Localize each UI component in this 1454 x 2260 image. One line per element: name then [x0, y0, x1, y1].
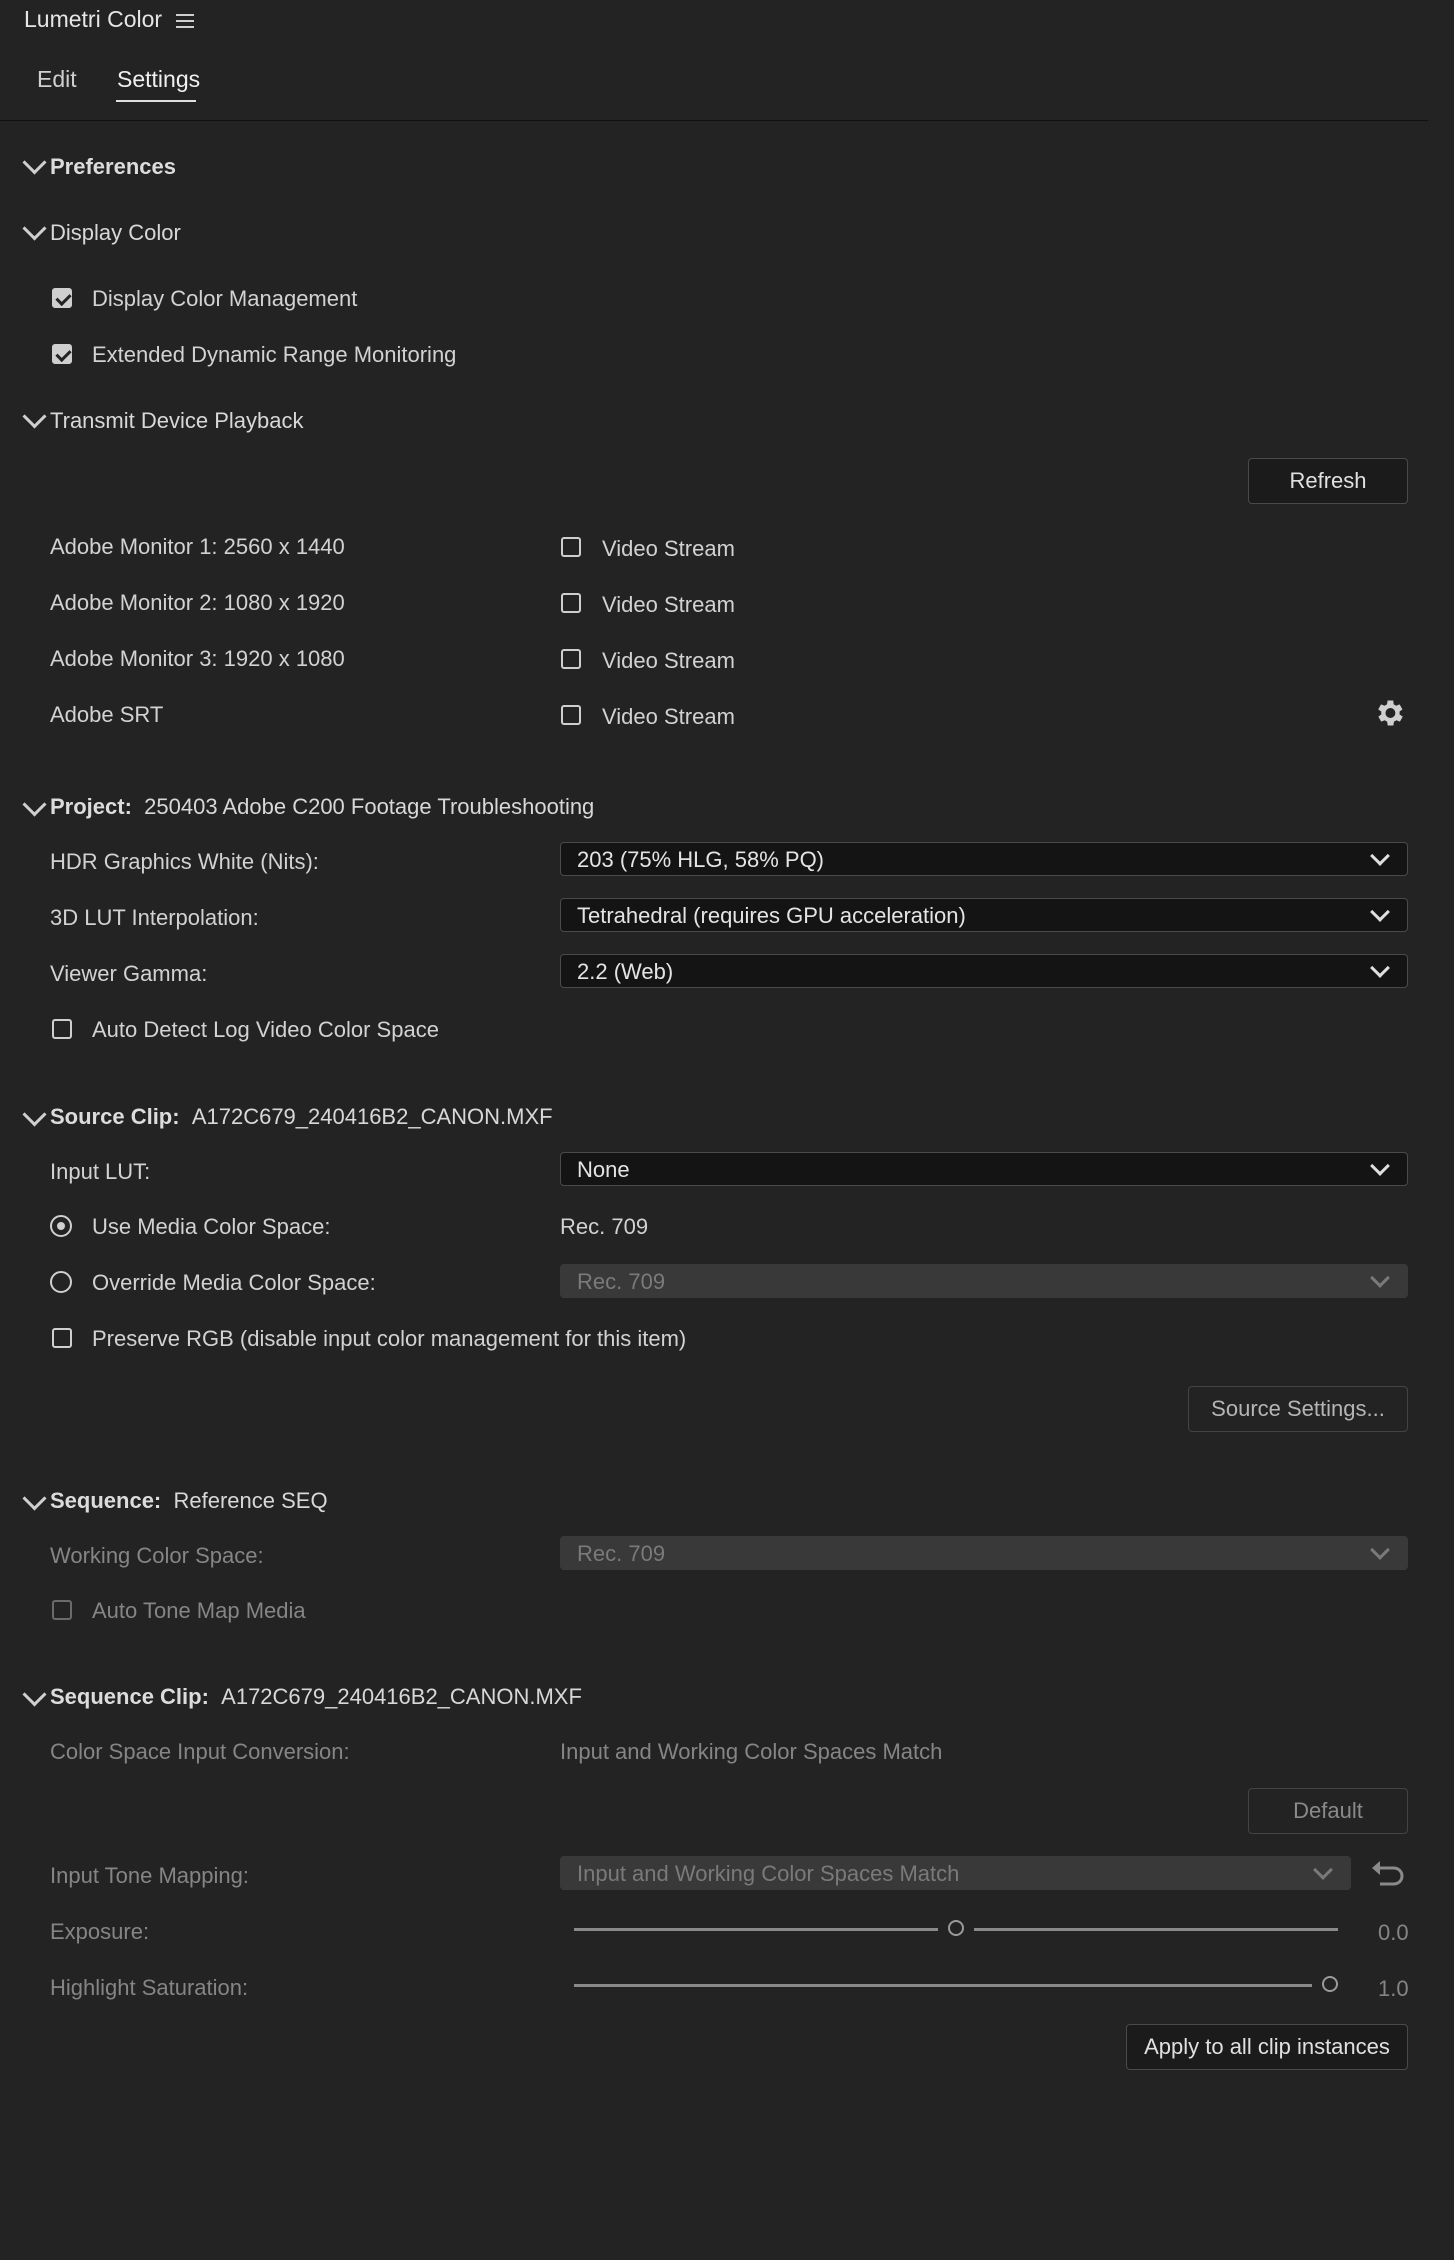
- device-name: Adobe SRT: [50, 702, 164, 727]
- video-stream-label: Video Stream: [602, 592, 735, 617]
- tab-edit[interactable]: Edit: [37, 66, 77, 93]
- edr-monitoring-label: Extended Dynamic Range Monitoring: [92, 342, 457, 367]
- chevron-down-icon[interactable]: [22, 792, 47, 817]
- chevron-down-icon[interactable]: [22, 404, 47, 429]
- lut-interpolation-select[interactable]: Tetrahedral (requires GPU acceleration): [560, 898, 1408, 932]
- preserve-rgb-label: Preserve RGB (disable input color manage…: [92, 1326, 687, 1351]
- panel-title: Lumetri Color: [24, 6, 163, 32]
- exposure-label: Exposure:: [50, 1919, 150, 1944]
- hdr-graphics-white-select[interactable]: 203 (75% HLG, 58% PQ): [560, 842, 1408, 876]
- gear-icon[interactable]: [1372, 696, 1406, 730]
- section-project[interactable]: Project: 250403 Adobe C200 Footage Troub…: [50, 794, 594, 820]
- lut-interpolation-label: 3D LUT Interpolation:: [50, 905, 259, 930]
- use-media-color-space-radio[interactable]: [50, 1215, 72, 1237]
- override-media-color-space-label: Override Media Color Space:: [92, 1270, 376, 1295]
- apply-to-all-clip-instances-button[interactable]: Apply to all clip instances: [1126, 2024, 1408, 2070]
- video-stream-label: Video Stream: [602, 536, 735, 561]
- chevron-down-icon[interactable]: [22, 150, 47, 175]
- chevron-down-icon: [1370, 902, 1390, 922]
- chevron-down-icon: [1313, 1860, 1333, 1880]
- refresh-button[interactable]: Refresh: [1248, 458, 1408, 504]
- viewer-gamma-label: Viewer Gamma:: [50, 961, 208, 986]
- section-transmit-device-playback[interactable]: Transmit Device Playback: [50, 408, 303, 434]
- chevron-down-icon: [1370, 1540, 1390, 1560]
- section-display-color[interactable]: Display Color: [50, 220, 181, 246]
- highlight-saturation-label: Highlight Saturation:: [50, 1975, 249, 2000]
- use-media-color-space-label: Use Media Color Space:: [92, 1214, 331, 1239]
- chevron-down-icon[interactable]: [22, 1682, 47, 1707]
- header-divider: [0, 120, 1428, 121]
- section-source-clip[interactable]: Source Clip: A172C679_240416B2_CANON.MXF: [50, 1104, 553, 1130]
- chevron-down-icon: [1370, 1156, 1390, 1176]
- device-name: Adobe Monitor 1: 2560 x 1440: [50, 534, 345, 559]
- reset-icon[interactable]: [1370, 1858, 1406, 1888]
- auto-detect-log-label: Auto Detect Log Video Color Space: [92, 1017, 439, 1042]
- exposure-value[interactable]: 0.0: [1378, 1920, 1409, 1946]
- chevron-down-icon[interactable]: [22, 1102, 47, 1127]
- video-stream-checkbox[interactable]: [561, 537, 581, 557]
- input-lut-label: Input LUT:: [50, 1159, 151, 1184]
- working-color-space-label: Working Color Space:: [50, 1543, 264, 1568]
- hamburger-icon[interactable]: [176, 10, 194, 32]
- highlight-saturation-value[interactable]: 1.0: [1378, 1976, 1409, 2002]
- override-color-space-select: Rec. 709: [560, 1264, 1408, 1298]
- section-preferences[interactable]: Preferences: [50, 154, 176, 180]
- video-stream-checkbox[interactable]: [561, 649, 581, 669]
- video-stream-label: Video Stream: [602, 648, 735, 673]
- chevron-down-icon: [1370, 958, 1390, 978]
- slider-track: [974, 1928, 1338, 1931]
- chevron-down-icon[interactable]: [22, 1486, 47, 1511]
- section-sequence-clip[interactable]: Sequence Clip: A172C679_240416B2_CANON.M…: [50, 1684, 582, 1710]
- chevron-down-icon: [1370, 1268, 1390, 1288]
- edr-monitoring-checkbox[interactable]: [52, 344, 72, 364]
- override-media-color-space-radio[interactable]: [50, 1271, 72, 1293]
- media-color-space-value: Rec. 709: [560, 1214, 649, 1239]
- color-space-input-conversion-value: Input and Working Color Spaces Match: [560, 1739, 943, 1764]
- source-settings-button[interactable]: Source Settings...: [1188, 1386, 1408, 1432]
- default-button[interactable]: Default: [1248, 1788, 1408, 1834]
- input-lut-select[interactable]: None: [560, 1152, 1408, 1186]
- color-space-input-conversion-label: Color Space Input Conversion:: [50, 1739, 350, 1764]
- hdr-graphics-white-label: HDR Graphics White (Nits):: [50, 849, 319, 874]
- device-name: Adobe Monitor 2: 1080 x 1920: [50, 590, 345, 615]
- tab-active-underline: [116, 100, 196, 102]
- highlight-saturation-slider[interactable]: [574, 1974, 1338, 1998]
- slider-track: [574, 1928, 938, 1931]
- exposure-slider[interactable]: [574, 1918, 1338, 1942]
- auto-tone-map-checkbox[interactable]: [52, 1600, 72, 1620]
- input-tone-mapping-select: Input and Working Color Spaces Match: [560, 1856, 1351, 1890]
- chevron-down-icon[interactable]: [22, 216, 47, 241]
- auto-tone-map-label: Auto Tone Map Media: [92, 1598, 306, 1623]
- section-sequence[interactable]: Sequence: Reference SEQ: [50, 1488, 328, 1514]
- chevron-down-icon: [1370, 846, 1390, 866]
- slider-track: [574, 1984, 1312, 1987]
- highlight-saturation-slider-thumb[interactable]: [1322, 1976, 1338, 1992]
- video-stream-label: Video Stream: [602, 704, 735, 729]
- exposure-slider-thumb[interactable]: [948, 1920, 964, 1936]
- display-color-management-label: Display Color Management: [92, 286, 358, 311]
- video-stream-checkbox[interactable]: [561, 593, 581, 613]
- viewer-gamma-select[interactable]: 2.2 (Web): [560, 954, 1408, 988]
- video-stream-checkbox[interactable]: [561, 705, 581, 725]
- preserve-rgb-checkbox[interactable]: [52, 1328, 72, 1348]
- working-color-space-select: Rec. 709: [560, 1536, 1408, 1570]
- input-tone-mapping-label: Input Tone Mapping:: [50, 1863, 249, 1888]
- tab-settings[interactable]: Settings: [117, 66, 200, 93]
- display-color-management-checkbox[interactable]: [52, 288, 72, 308]
- device-name: Adobe Monitor 3: 1920 x 1080: [50, 646, 345, 671]
- auto-detect-log-checkbox[interactable]: [52, 1019, 72, 1039]
